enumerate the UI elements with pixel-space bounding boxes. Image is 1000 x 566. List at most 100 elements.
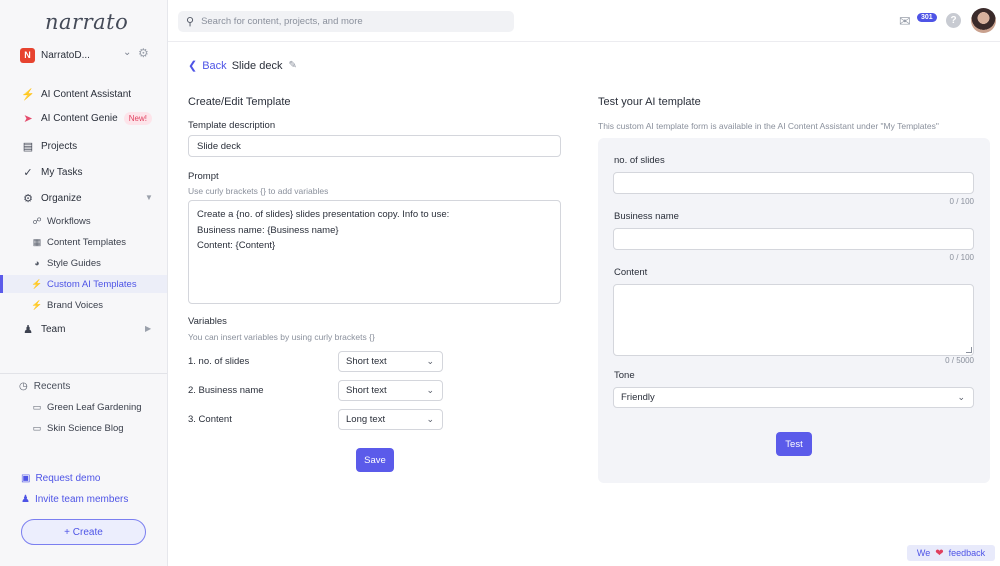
search-input[interactable] xyxy=(201,16,492,27)
sidebar-item-label: Projects xyxy=(41,140,78,152)
sidebar-item-brand-voices[interactable]: ⚡ Brand Voices xyxy=(31,297,103,313)
workspace-name: NarratoD... xyxy=(41,49,90,61)
create-edit-title: Create/Edit Template xyxy=(188,96,291,108)
back-link[interactable]: Back xyxy=(202,60,226,72)
sidebar-item-label: Custom AI Templates xyxy=(47,278,137,290)
sidebar-item-label: AI Content Assistant xyxy=(41,88,132,100)
notification-count-badge: 301 xyxy=(917,13,937,22)
feedback-button[interactable]: We ❤ feedback xyxy=(907,545,995,561)
variables-hint: You can insert variables by using curly … xyxy=(188,332,375,342)
sidebar-item-style-guides[interactable]: ◕ Style Guides xyxy=(31,255,101,271)
caret-right-icon[interactable]: ▶ xyxy=(145,324,151,333)
recent-item-label: Green Leaf Gardening xyxy=(47,401,142,413)
clock-icon: ◷ xyxy=(19,381,28,392)
sidebar-item-organize[interactable]: ⚙ Organize xyxy=(21,190,82,206)
recents-heading: ◷ Recents xyxy=(19,381,70,392)
monitor-icon: ▣ xyxy=(21,473,31,484)
chevron-down-icon: ⌄ xyxy=(426,385,434,395)
caret-down-icon[interactable]: ▼ xyxy=(145,193,153,202)
sidebar-item-label: Workflows xyxy=(47,215,91,227)
field-label: no. of slides xyxy=(614,155,665,166)
sidebar-item-label: Content Templates xyxy=(47,236,127,248)
breadcrumb: ❮ Back Slide deck ✎ xyxy=(188,59,297,73)
sidebar-item-my-tasks[interactable]: ✓ My Tasks xyxy=(21,164,82,180)
prompt-textarea[interactable]: Create a {no. of slides} slides presenta… xyxy=(188,200,561,304)
select-value: Long text xyxy=(346,414,386,425)
help-icon[interactable]: ? xyxy=(946,13,961,28)
description-label: Template description xyxy=(188,120,276,131)
sidebar-item-label: AI Content Genie xyxy=(41,112,118,124)
tone-label: Tone xyxy=(614,370,635,381)
chevron-down-icon: ⌄ xyxy=(957,392,965,402)
variable-type-select[interactable]: Short text ⌄ xyxy=(338,380,443,401)
test-subtitle: This custom AI template form is availabl… xyxy=(598,121,939,131)
variable-label: 3. Content xyxy=(188,414,232,425)
variable-type-select[interactable]: Short text ⌄ xyxy=(338,351,443,372)
save-button[interactable]: Save xyxy=(356,448,394,472)
prompt-hint: Use curly brackets {} to add variables xyxy=(188,186,329,196)
char-counter: 0 / 100 xyxy=(949,253,974,262)
gear-icon[interactable]: ⚙ xyxy=(138,46,149,60)
rocket-icon: ➤ xyxy=(23,112,33,125)
sidebar-item-workflows[interactable]: ☍ Workflows xyxy=(31,213,91,229)
sidebar-item-label: Brand Voices xyxy=(47,299,103,311)
sidebar-item-label: Team xyxy=(41,323,66,335)
recent-item[interactable]: ▭ Skin Science Blog xyxy=(31,420,124,436)
lightning-icon: ⚡ xyxy=(31,299,43,310)
mail-icon[interactable]: ✉ xyxy=(899,13,911,30)
avatar[interactable] xyxy=(971,8,996,33)
chevron-down-icon: ⌄ xyxy=(426,356,434,366)
add-user-icon: ♟ xyxy=(21,494,30,505)
chevron-down-icon: ⌄ xyxy=(426,414,434,424)
create-button[interactable]: + Create xyxy=(21,519,146,545)
variable-label: 2. Business name xyxy=(188,385,264,396)
select-value: Friendly xyxy=(621,392,655,403)
request-demo-label: Request demo xyxy=(35,473,101,484)
prompt-line: Create a {no. of slides} slides presenta… xyxy=(197,209,450,220)
sidebar-item-ai-content-assistant[interactable]: ⚡ AI Content Assistant xyxy=(21,86,131,102)
narrato-logo[interactable]: narrato xyxy=(45,10,128,34)
tone-select[interactable]: Friendly ⌄ xyxy=(613,387,974,408)
request-demo-link[interactable]: ▣ Request demo xyxy=(21,473,101,484)
prompt-line: Content: {Content} xyxy=(197,240,276,251)
sidebar-divider xyxy=(0,373,167,374)
sidebar-item-content-templates[interactable]: ▦ Content Templates xyxy=(31,234,126,250)
resize-handle[interactable] xyxy=(966,347,972,353)
variable-type-select[interactable]: Long text ⌄ xyxy=(338,409,443,430)
description-input[interactable] xyxy=(188,135,561,157)
heart-icon: ❤ xyxy=(935,547,944,559)
slides-input[interactable] xyxy=(613,172,974,194)
lightning-icon: ⚡ xyxy=(31,278,43,289)
edit-icon[interactable]: ✎ xyxy=(288,60,296,71)
cube-icon: ▭ xyxy=(32,422,42,433)
sidebar-item-projects[interactable]: ▤ Projects xyxy=(21,138,77,154)
recents-title: Recents xyxy=(33,381,71,392)
workflow-icon: ☍ xyxy=(32,215,42,226)
cube-icon: ▭ xyxy=(32,401,42,412)
recent-item[interactable]: ▭ Green Leaf Gardening xyxy=(31,399,142,415)
variable-label: 1. no. of slides xyxy=(188,356,250,367)
chevron-left-icon[interactable]: ❮ xyxy=(188,59,197,72)
search-icon: ⚲ xyxy=(186,16,195,28)
page-title: Slide deck xyxy=(231,59,283,72)
sidebar-item-custom-ai-templates[interactable]: ⚡ Custom AI Templates xyxy=(31,276,137,292)
business-name-input[interactable] xyxy=(613,228,974,250)
test-button[interactable]: Test xyxy=(776,432,812,456)
test-title: Test your AI template xyxy=(598,96,701,108)
workspace-switcher[interactable]: N NarratoD... ⌄ ⚙ xyxy=(20,46,150,63)
workspace-badge: N xyxy=(20,47,35,63)
invite-team-link[interactable]: ♟ Invite team members xyxy=(21,494,128,505)
lightning-icon: ⚡ xyxy=(21,88,35,101)
search-bar[interactable]: ⚲ xyxy=(178,11,514,32)
recent-item-label: Skin Science Blog xyxy=(47,422,124,434)
field-label: Business name xyxy=(614,211,679,222)
briefcase-icon: ▤ xyxy=(22,140,34,153)
team-icon: ♟ xyxy=(23,323,33,336)
char-counter: 0 / 100 xyxy=(949,197,974,206)
sidebar-item-ai-content-genie[interactable]: ➤ AI Content Genie New! xyxy=(21,110,152,126)
chevron-down-icon[interactable]: ⌄ xyxy=(123,47,131,58)
sidebar-item-team[interactable]: ♟ Team xyxy=(21,321,65,337)
variables-label: Variables xyxy=(188,316,227,327)
content-textarea[interactable] xyxy=(613,284,974,356)
top-bar: ⚲ ✉ 301 ? xyxy=(168,0,1000,42)
